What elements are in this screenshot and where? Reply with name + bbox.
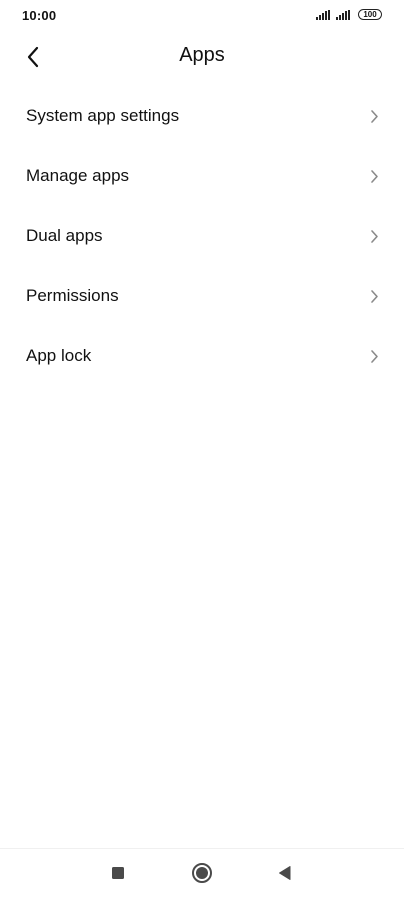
battery-icon: 100	[358, 9, 382, 20]
status-bar: 10:00 100	[0, 0, 404, 32]
signal-icon	[316, 9, 330, 20]
list-item-label: Dual apps	[26, 226, 103, 245]
list-item-label: App lock	[26, 346, 92, 365]
chevron-right-icon	[368, 168, 380, 184]
list-item-manage-apps[interactable]: Manage apps	[0, 146, 404, 206]
list-item-permissions[interactable]: Permissions	[0, 266, 404, 326]
recents-icon	[112, 867, 124, 879]
back-triangle-icon	[279, 866, 291, 880]
home-button[interactable]	[190, 861, 214, 885]
list-item-app-lock[interactable]: App lock	[0, 326, 404, 386]
recents-button[interactable]	[106, 861, 130, 885]
chevron-right-icon	[368, 288, 380, 304]
list-item-label: Permissions	[26, 286, 119, 305]
list-item-dual-apps[interactable]: Dual apps	[0, 206, 404, 266]
signal-icon	[336, 9, 350, 20]
list-item-system-app-settings[interactable]: System app settings	[0, 86, 404, 146]
status-icons: 100	[316, 9, 382, 20]
page-title: Apps	[179, 44, 225, 66]
header: Apps	[0, 32, 404, 82]
navigation-bar	[0, 848, 404, 897]
home-icon	[192, 863, 212, 883]
status-time: 10:00	[22, 8, 57, 23]
back-nav-button[interactable]	[273, 861, 297, 885]
battery-level: 100	[363, 9, 377, 19]
chevron-right-icon	[368, 108, 380, 124]
list-item-label: System app settings	[26, 106, 180, 125]
chevron-right-icon	[368, 348, 380, 364]
settings-list: System app settings Manage apps Dual app…	[0, 86, 404, 386]
list-item-label: Manage apps	[26, 166, 130, 185]
chevron-right-icon	[368, 228, 380, 244]
